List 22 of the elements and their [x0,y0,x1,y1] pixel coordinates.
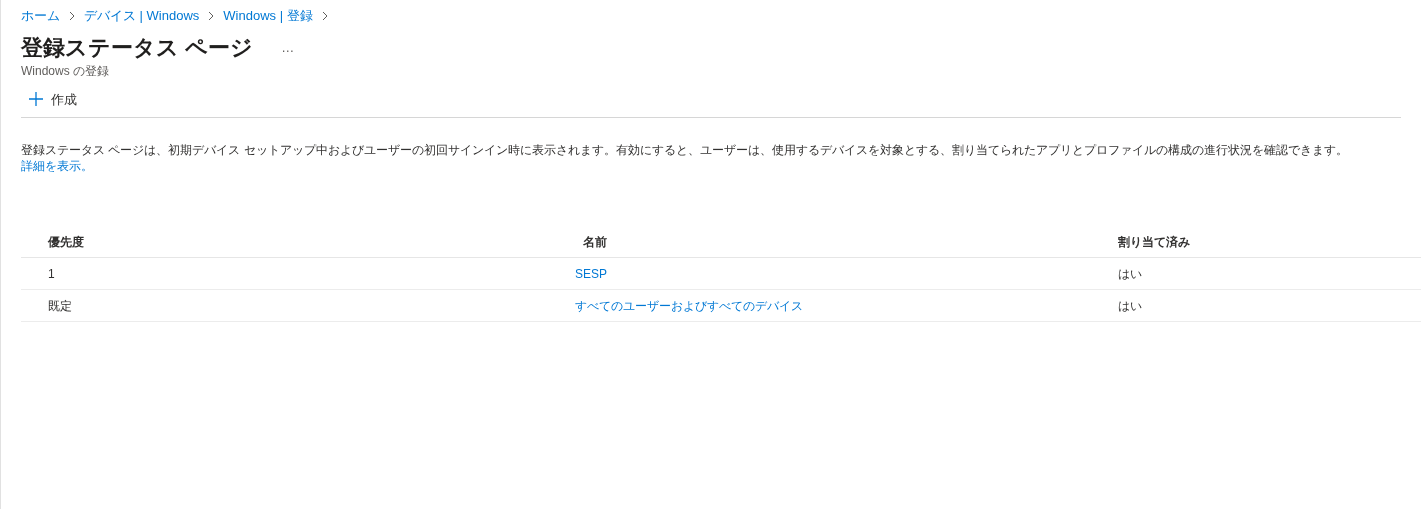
profile-link[interactable]: SESP [575,264,607,283]
chevron-right-icon [68,10,76,21]
create-button[interactable]: 作成 [21,89,85,109]
more-button[interactable]: … [277,37,299,58]
plus-icon [29,92,43,107]
table-cell-text: 1 [47,265,56,283]
breadcrumb-link[interactable]: Windows | 登録 [223,6,313,26]
table-cell-text: 既定 [47,297,73,315]
learn-more-link[interactable]: 詳細を表示。 [21,159,93,173]
profile-link[interactable]: すべてのユーザーおよびすべてのデバイス [575,296,803,315]
column-header: 割り当て済み [1118,233,1191,251]
chevron-right-icon [207,10,216,21]
chevron-right-icon [320,10,329,21]
table-cell-text: はい [1118,297,1143,315]
description-text: 登録ステータス ページは、初期デバイス セットアップ中およびユーザーの初回サインイン時に表示されます。有効にすると、ユーザーは、使用するデバイスを対象とする、割り当てられたアプリとプロファイルの構成の進行状況を確認できます。 詳細を表示。 [20,142,1349,174]
breadcrumb-link[interactable]: デバイス | Windows [84,6,200,26]
table-cell-text: はい [1118,265,1143,283]
page-title: 登録ステータス ページ [21,33,254,62]
column-header: 優先度 [47,233,85,251]
page-subtitle: Windows の登録 [20,62,110,80]
breadcrumb-link[interactable]: ホーム [21,6,60,26]
column-header: 名前 [582,233,608,251]
